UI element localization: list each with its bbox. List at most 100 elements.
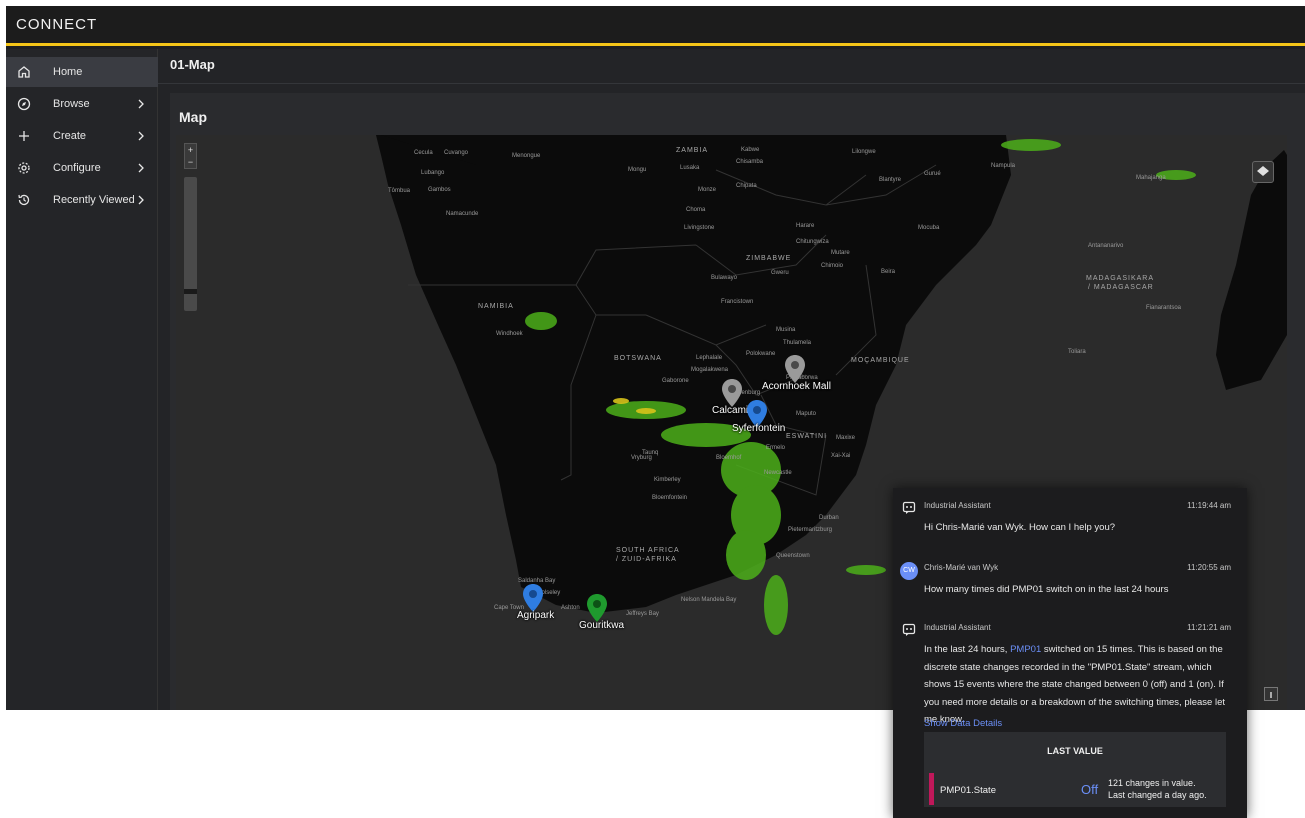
map-label-place: Kabwe (741, 147, 760, 153)
stream-name: PMP01.State (940, 785, 996, 796)
last-value-card: LAST VALUE PMP01.State Off 121 changes i… (924, 732, 1226, 807)
map-label-place: Lusaka (680, 165, 700, 171)
map-label-place: Menongue (512, 153, 541, 159)
map-label-country: BOTSWANA (614, 355, 662, 362)
stream-changes: 121 changes in value. Last changed a day… (1108, 777, 1228, 801)
map-label-place: Blantyre (879, 177, 902, 183)
sidebar-item-label: Browse (53, 98, 90, 110)
layers-button[interactable] (1252, 161, 1274, 183)
map-label-place: Ermelo (766, 445, 786, 451)
map-label-place: Mogalakwena (691, 367, 729, 373)
map-label-place: Lubango (421, 170, 445, 176)
plus-icon (19, 131, 29, 141)
home-icon (18, 66, 30, 78)
stream-value: Off (1081, 782, 1099, 797)
message-text: Hi Chris-Marié van Wyk. How can I help y… (924, 522, 1116, 533)
map-label-place: Nelson Mandela Bay (681, 597, 737, 603)
sidebar-item-label: Create (53, 130, 87, 142)
sidebar-item-create[interactable]: Create (6, 121, 158, 151)
map-label-place: Gambos (428, 187, 451, 193)
message-author: Industrial Assistant (924, 501, 991, 510)
map-label-place: Queenstown (776, 553, 810, 559)
pmp01-link[interactable]: PMP01 (1010, 644, 1041, 655)
message-time: 11:20:55 am (1187, 563, 1231, 572)
message-author: Industrial Assistant (924, 623, 991, 632)
map-label-country: / MADAGASCAR (1088, 284, 1154, 291)
map-label-place: Newcastle (764, 470, 792, 476)
sidebar-item-browse[interactable]: Browse (6, 89, 158, 119)
sidebar-item-home[interactable]: Home (6, 57, 158, 87)
map-label-place: Chipata (736, 183, 757, 189)
zoom-in-button[interactable]: + (185, 144, 196, 156)
marker-label: Gouritkwa (579, 620, 625, 631)
map-label-place: Ashton (561, 605, 580, 611)
show-data-details-link[interactable]: Show Data Details (924, 718, 1002, 729)
map-label-country: NAMIBIA (478, 303, 514, 310)
zoom-out-button[interactable]: − (185, 156, 196, 168)
map-marker-acornhoek-mall[interactable] (785, 355, 805, 383)
zoom-slider[interactable] (184, 177, 197, 311)
map-label-country: MOÇAMBIQUE (851, 357, 910, 364)
map-label-place: Lilongwe (852, 149, 876, 155)
marker-label: Acornhoek Mall (762, 381, 831, 392)
message-text-part: switched on 15 times. This is based on t… (924, 644, 1225, 725)
stream-color-bar (929, 773, 934, 805)
sidebar: Home Browse Create Configure Recently Vi… (6, 49, 158, 710)
map-marker-calcamite[interactable] (722, 379, 742, 407)
map-label-place: Chisamba (736, 159, 764, 165)
map-label-country: ESWATINI (786, 433, 828, 440)
connect-logo[interactable]: CONNECT (16, 16, 97, 33)
message-author: Chris-Marié van Wyk (924, 563, 999, 572)
map-label-place: Mocuba (918, 225, 940, 231)
compass-icon (17, 97, 31, 111)
map-label-place: Mongu (628, 167, 647, 173)
changes-count: 121 changes in value. (1108, 778, 1196, 788)
last-value-header: LAST VALUE (1047, 746, 1103, 756)
map-label-place: Mahajanga (1136, 175, 1166, 181)
top-bar: CONNECT (6, 6, 1305, 46)
map-label-country: / ZUID-AFRIKA (616, 556, 677, 563)
map-label-place: Fianarantsoa (1146, 305, 1182, 311)
map-info-button[interactable] (1264, 687, 1278, 701)
chevron-right-icon (138, 195, 144, 205)
assistant-chat-panel: Industrial Assistant 11:19:44 am Hi Chri… (893, 488, 1247, 818)
map-label-place: Antananarivo (1088, 243, 1124, 249)
assistant-bot-icon (902, 501, 916, 514)
map-label-place: Windhoek (496, 331, 523, 337)
map-label-place: Xai-Xai (831, 453, 851, 459)
sidebar-item-recently-viewed[interactable]: Recently Viewed (6, 185, 158, 215)
map-label-place: Lephalale (696, 355, 723, 361)
zoom-slider-handle[interactable] (184, 289, 197, 294)
divider (158, 83, 1305, 84)
sidebar-item-configure[interactable]: Configure (6, 153, 158, 183)
map-label-place: Taunq (642, 450, 659, 456)
sidebar-item-label: Recently Viewed (53, 194, 135, 206)
map-label-place: Francistown (721, 299, 754, 305)
zoom-control: + − (184, 143, 197, 169)
message-text: How many times did PMP01 switch on in th… (924, 584, 1169, 595)
map-label-place: Cuvango (444, 150, 469, 156)
map-label-place: Bulawayo (711, 275, 738, 281)
last-changed: Last changed a day ago. (1108, 790, 1207, 800)
map-label-place: Durban (819, 515, 839, 521)
sidebar-item-label: Configure (53, 162, 101, 174)
map-label-place: Jeffreys Bay (626, 611, 659, 617)
map-marker-agripark[interactable] (523, 584, 543, 612)
message-time: 11:19:44 am (1187, 501, 1231, 510)
map-label-place: Bloemhof (716, 455, 742, 461)
map-label-place: Musina (776, 327, 796, 333)
map-label-place: Kimberley (654, 477, 681, 483)
map-label-country: SOUTH AFRICA (616, 547, 680, 554)
map-label-place: Polokwane (746, 351, 776, 357)
panel-title: Map (179, 109, 207, 125)
map-label-place: Harare (796, 223, 815, 229)
gear-icon (18, 162, 30, 174)
map-label-country: ZAMBIA (676, 147, 709, 154)
map-label-place: Chimoio (821, 263, 844, 269)
message-text-part: In the last 24 hours, (924, 644, 1011, 655)
map-marker-gouritkwa[interactable] (587, 594, 607, 622)
map-label-place: Maxixe (836, 435, 856, 441)
map-label-place: Namacunde (446, 211, 479, 217)
avatar: CW (900, 562, 918, 580)
page-title: 01-Map (170, 57, 215, 72)
